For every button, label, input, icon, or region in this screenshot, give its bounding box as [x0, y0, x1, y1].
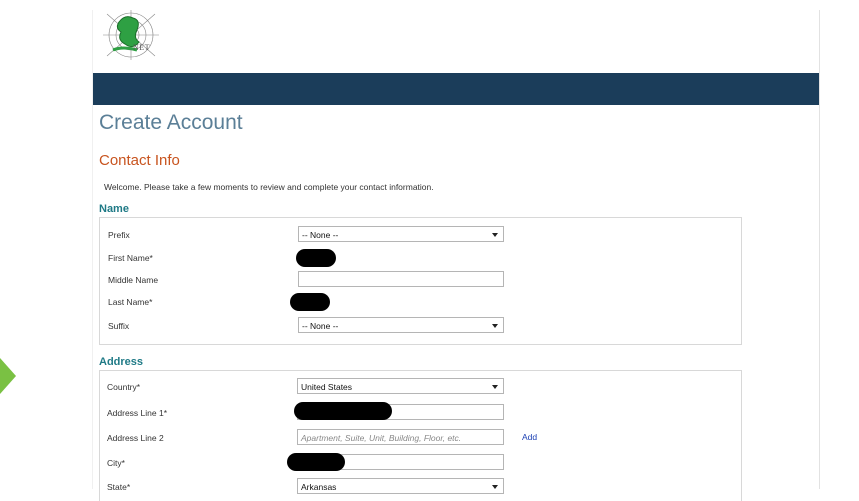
first-name-field-redacted[interactable]	[296, 249, 336, 267]
state-value: Arkansas	[301, 482, 337, 492]
page-title: Create Account	[99, 111, 243, 134]
city-redacted	[287, 453, 345, 471]
header-banner	[93, 73, 819, 105]
middle-name-input[interactable]	[298, 271, 504, 287]
country-value: United States	[301, 382, 353, 392]
state-label: State*	[107, 482, 131, 492]
state-row: State* Arkansas	[107, 478, 728, 496]
address-line1-redacted	[294, 402, 392, 420]
suffix-select[interactable]: -- None --	[298, 317, 504, 333]
prefix-row: Prefix -- None --	[108, 226, 728, 244]
weird-net-logo-icon	[103, 10, 159, 60]
address-line2-row: Address Line 2 Apartment, Suite, Unit, B…	[107, 429, 728, 447]
first-name-row: First Name*	[108, 249, 728, 267]
logo-text: NET	[133, 43, 151, 52]
country-label: Country*	[107, 382, 141, 392]
side-arrow-icon	[0, 358, 16, 394]
chevron-down-icon	[492, 385, 498, 389]
address-line2-label: Address Line 2	[107, 433, 164, 443]
address-group-label: Address	[99, 356, 144, 368]
state-select[interactable]: Arkansas	[297, 478, 504, 494]
country-select[interactable]: United States	[297, 378, 504, 394]
address-line1-row: Address Line 1*	[107, 402, 728, 422]
address-line2-input[interactable]: Apartment, Suite, Unit, Building, Floor,…	[297, 429, 504, 445]
welcome-text: Welcome. Please take a few moments to re…	[104, 182, 434, 192]
name-group-box: Prefix -- None -- First Name* Middle Nam…	[99, 217, 742, 345]
first-name-label: First Name*	[108, 253, 153, 263]
suffix-label: Suffix	[108, 321, 130, 331]
middle-name-label: Middle Name	[108, 275, 159, 285]
city-row: City*	[107, 453, 728, 472]
prefix-select[interactable]: -- None --	[298, 226, 504, 242]
middle-name-row: Middle Name	[108, 271, 728, 289]
section-title: Contact Info	[99, 152, 180, 169]
country-row: Country* United States	[107, 378, 728, 396]
address-line2-placeholder: Apartment, Suite, Unit, Building, Floor,…	[301, 433, 462, 443]
page-container: NET Create Account Contact Info Welcome.…	[92, 10, 820, 501]
last-name-label: Last Name*	[108, 297, 153, 307]
last-name-row: Last Name*	[108, 293, 728, 311]
prefix-label: Prefix	[108, 230, 130, 240]
address-group-box: Country* United States Address Line 1* A…	[99, 370, 742, 501]
suffix-row: Suffix -- None --	[108, 317, 728, 335]
chevron-down-icon	[492, 324, 498, 328]
chevron-down-icon	[492, 233, 498, 237]
add-address-line-link[interactable]: Add	[522, 432, 537, 442]
name-group-label: Name	[99, 203, 129, 215]
suffix-value: -- None --	[302, 321, 339, 331]
address-line1-label: Address Line 1*	[107, 408, 168, 418]
prefix-value: -- None --	[302, 230, 339, 240]
chevron-down-icon	[492, 485, 498, 489]
city-label: City*	[107, 458, 125, 468]
last-name-field-redacted[interactable]	[290, 293, 330, 311]
